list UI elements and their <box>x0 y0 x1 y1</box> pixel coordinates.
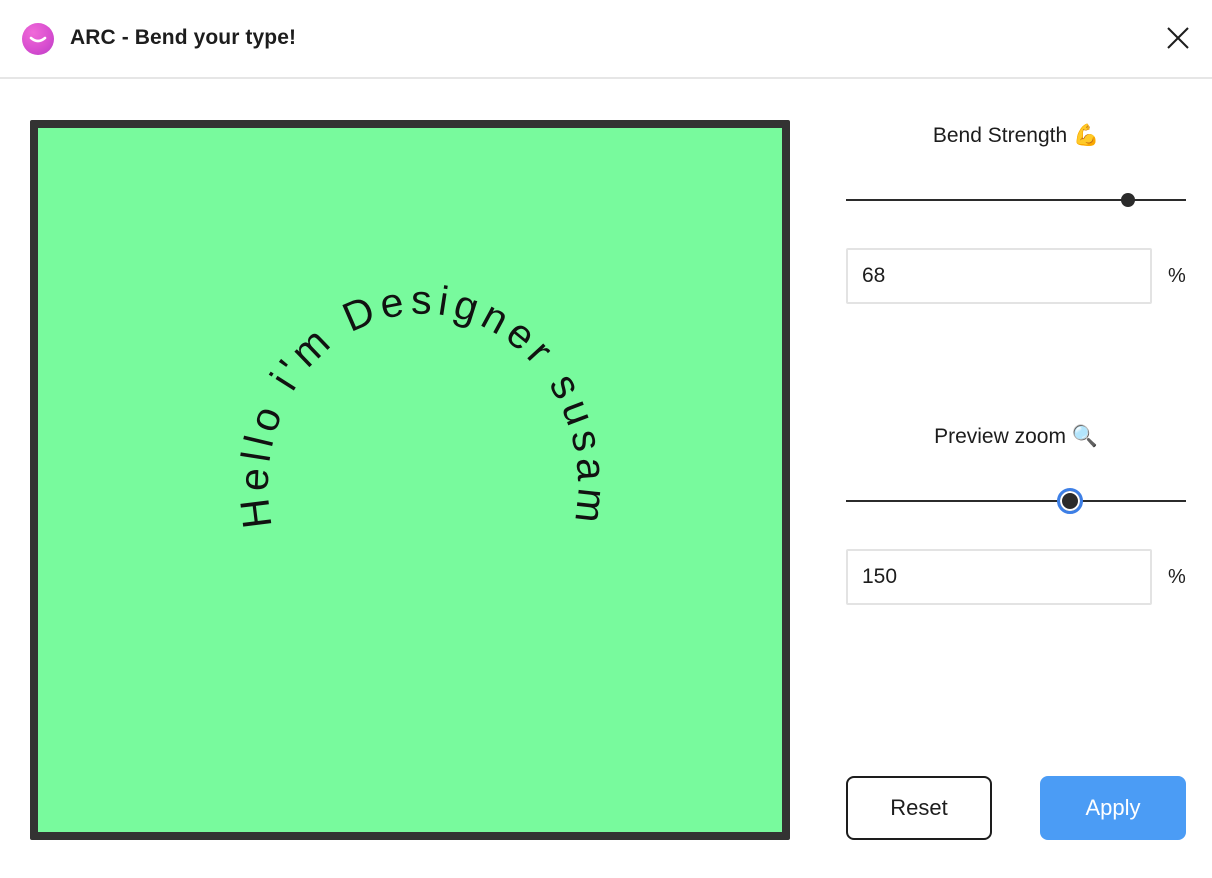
arc-text-preview: Hello i'm Designer susam <box>231 277 616 531</box>
smile-logo-icon <box>22 23 54 55</box>
arc-text: Hello i'm Designer susam <box>231 277 611 531</box>
zoom-unit-label: % <box>1168 566 1186 588</box>
title-bar: ARC - Bend your type! <box>0 0 1212 79</box>
reset-button[interactable]: Reset <box>846 776 992 840</box>
preview-zoom-input[interactable] <box>846 549 1152 605</box>
preview-zoom-label: Preview zoom 🔍 <box>934 425 1098 448</box>
preview-frame: Hello i'm Designer susam <box>30 120 790 840</box>
bend-strength-label: Bend Strength 💪 <box>932 124 1100 147</box>
apply-button[interactable]: Apply <box>1040 776 1186 840</box>
slider-track <box>846 500 1186 502</box>
slider-thumb[interactable] <box>1121 193 1136 207</box>
svg-text:Hello i'm Designer susam: Hello i'm Designer susam <box>231 277 616 531</box>
slider-thumb[interactable] <box>1057 488 1084 514</box>
close-button[interactable] <box>1160 20 1196 56</box>
close-icon <box>1167 27 1189 49</box>
bend-strength-slider[interactable] <box>846 185 1186 215</box>
window-title: ARC - Bend your type! <box>70 26 297 49</box>
preview-zoom-slider[interactable] <box>846 486 1186 516</box>
bend-strength-input[interactable] <box>846 248 1152 304</box>
preview-canvas: Hello i'm Designer susam <box>38 128 782 832</box>
bend-unit-label: % <box>1168 265 1186 287</box>
